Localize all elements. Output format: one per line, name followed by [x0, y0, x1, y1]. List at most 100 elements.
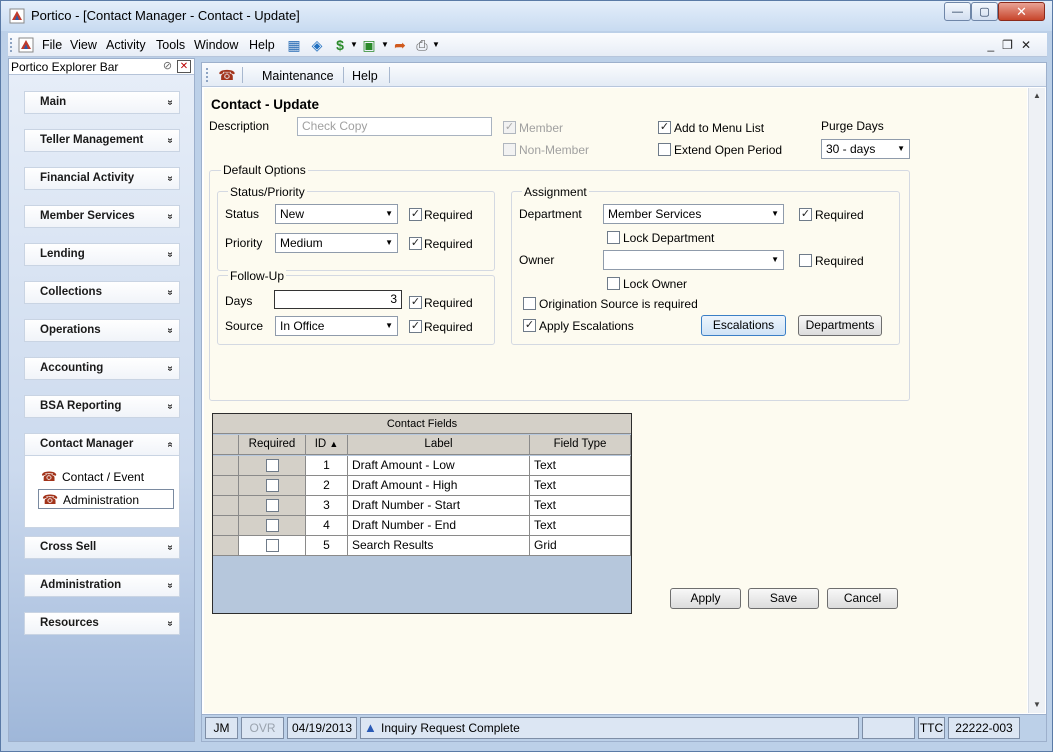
required-cell: [239, 456, 306, 476]
lock-owner-checkbox[interactable]: [607, 277, 620, 290]
table-row[interactable]: 3 Draft Number - Start Text: [213, 496, 631, 516]
calculator-icon[interactable]: ▦: [285, 36, 303, 54]
nav-contact-event[interactable]: ☎ Contact / Event: [38, 467, 174, 487]
menu-window[interactable]: Window: [194, 38, 238, 52]
telephone-icon: ☎: [42, 492, 59, 507]
printer-dropdown-icon[interactable]: ▼: [427, 36, 445, 54]
cancel-button[interactable]: Cancel: [827, 588, 898, 609]
days-field[interactable]: 3: [274, 290, 402, 309]
nav-accounting[interactable]: Accounting »: [24, 357, 180, 380]
mdi-minimize-button[interactable]: _: [987, 38, 1002, 52]
nav-cross-sell[interactable]: Cross Sell »: [24, 536, 180, 559]
row-selector[interactable]: [213, 536, 239, 556]
priority-select[interactable]: Medium ▼: [275, 233, 398, 253]
row-required-checkbox[interactable]: [266, 459, 279, 472]
menu-activity[interactable]: Activity: [106, 38, 146, 52]
status-ttc: TTC: [918, 717, 945, 739]
department-select[interactable]: Member Services ▼: [603, 204, 784, 224]
status-select[interactable]: New ▼: [275, 204, 398, 224]
mdi-close-button[interactable]: ✕: [1021, 38, 1039, 52]
pin-icon[interactable]: ⊘: [161, 60, 174, 73]
column-header-id[interactable]: ID ▲: [306, 435, 348, 455]
tag-icon[interactable]: ◈: [308, 36, 326, 54]
mdi-restore-button[interactable]: ❐: [1002, 38, 1021, 52]
sort-ascending-icon: ▲: [329, 439, 339, 449]
menu-view[interactable]: View: [70, 38, 97, 52]
add-to-menu-checkbox[interactable]: ✓: [658, 121, 671, 134]
lock-department-checkbox[interactable]: [607, 231, 620, 244]
nav-member-services[interactable]: Member Services »: [24, 205, 180, 228]
owner-required-checkbox[interactable]: [799, 254, 812, 267]
priority-required-checkbox[interactable]: ✓: [409, 237, 422, 250]
row-required-checkbox[interactable]: [266, 519, 279, 532]
nav-administration-sub[interactable]: ☎ Administration: [38, 489, 174, 509]
table-row[interactable]: 2 Draft Amount - High Text: [213, 476, 631, 496]
dropdown-arrow-icon: ▼: [771, 209, 779, 218]
nav-administration[interactable]: Administration »: [24, 574, 180, 597]
table-row[interactable]: 5 Search Results Grid: [213, 536, 631, 556]
minimize-button[interactable]: —: [944, 2, 971, 21]
nav-contact-manager[interactable]: Contact Manager «: [24, 433, 180, 456]
column-header-required[interactable]: Required: [239, 435, 306, 455]
origination-source-checkbox[interactable]: [523, 297, 536, 310]
status-required-checkbox[interactable]: ✓: [409, 208, 422, 221]
menu-tools[interactable]: Tools: [156, 38, 185, 52]
nav-lending[interactable]: Lending »: [24, 243, 180, 266]
subtoolbar-grip[interactable]: [206, 68, 209, 82]
title-bar: Portico - [Contact Manager - Contact - U…: [1, 1, 1052, 31]
row-required-checkbox[interactable]: [266, 499, 279, 512]
nav-teller-management[interactable]: Teller Management »: [24, 129, 180, 152]
owner-select[interactable]: ▼: [603, 250, 784, 270]
scroll-down-icon[interactable]: ▼: [1029, 697, 1045, 713]
apply-escalations-checkbox[interactable]: ✓: [523, 319, 536, 332]
menu-file[interactable]: File: [42, 38, 62, 52]
toolbar-grip[interactable]: [10, 38, 13, 52]
member-checkbox[interactable]: ✓: [503, 121, 516, 134]
row-selector[interactable]: [213, 476, 239, 496]
window-title: Portico - [Contact Manager - Contact - U…: [31, 8, 300, 23]
description-field[interactable]: Check Copy: [297, 117, 492, 136]
vertical-scrollbar[interactable]: ▲ ▼: [1028, 88, 1045, 713]
days-required-checkbox[interactable]: ✓: [409, 296, 422, 309]
nav-bsa-reporting[interactable]: BSA Reporting »: [24, 395, 180, 418]
row-selector[interactable]: [213, 496, 239, 516]
label-cell: Draft Number - End: [348, 516, 530, 536]
department-required-checkbox[interactable]: ✓: [799, 208, 812, 221]
purge-days-select[interactable]: 30 - days ▼: [821, 139, 910, 159]
apply-button[interactable]: Apply: [670, 588, 741, 609]
nav-resources[interactable]: Resources »: [24, 612, 180, 635]
telephone-icon[interactable]: ☎: [218, 66, 236, 84]
nav-collections[interactable]: Collections »: [24, 281, 180, 304]
departments-button[interactable]: Departments: [798, 315, 882, 336]
close-window-button[interactable]: ✕: [998, 2, 1045, 21]
extend-open-checkbox[interactable]: [658, 143, 671, 156]
save-button[interactable]: Save: [748, 588, 819, 609]
nav-operations[interactable]: Operations »: [24, 319, 180, 342]
source-required-checkbox[interactable]: ✓: [409, 320, 422, 333]
escalations-button[interactable]: Escalations: [701, 315, 786, 336]
table-row[interactable]: 1 Draft Amount - Low Text: [213, 456, 631, 476]
column-header-label[interactable]: Label: [348, 435, 530, 455]
form-content: Contact - Update Description Check Copy …: [204, 88, 1027, 713]
row-required-checkbox[interactable]: [266, 539, 279, 552]
non-member-checkbox[interactable]: [503, 143, 516, 156]
maximize-button[interactable]: ▢: [971, 2, 998, 21]
status-message: ▲ Inquiry Request Complete: [360, 717, 859, 739]
nav-main[interactable]: Main »: [24, 91, 180, 114]
row-required-checkbox[interactable]: [266, 479, 279, 492]
follow-up-title: Follow-Up: [228, 269, 287, 283]
menu-help[interactable]: Help: [249, 38, 275, 52]
column-header-field-type[interactable]: Field Type: [530, 435, 631, 455]
source-select[interactable]: In Office ▼: [275, 316, 398, 336]
maintenance-menu[interactable]: Maintenance: [262, 69, 334, 83]
forward-arrow-icon[interactable]: ➦: [391, 36, 409, 54]
status-empty-panel: [862, 717, 915, 739]
explorer-close-button[interactable]: ✕: [177, 60, 191, 73]
help-menu[interactable]: Help: [352, 69, 378, 83]
nav-administration-label: Administration: [40, 579, 122, 591]
row-selector[interactable]: [213, 456, 239, 476]
table-row[interactable]: 4 Draft Number - End Text: [213, 516, 631, 536]
scroll-up-icon[interactable]: ▲: [1029, 88, 1045, 104]
nav-financial-activity[interactable]: Financial Activity »: [24, 167, 180, 190]
row-selector[interactable]: [213, 516, 239, 536]
